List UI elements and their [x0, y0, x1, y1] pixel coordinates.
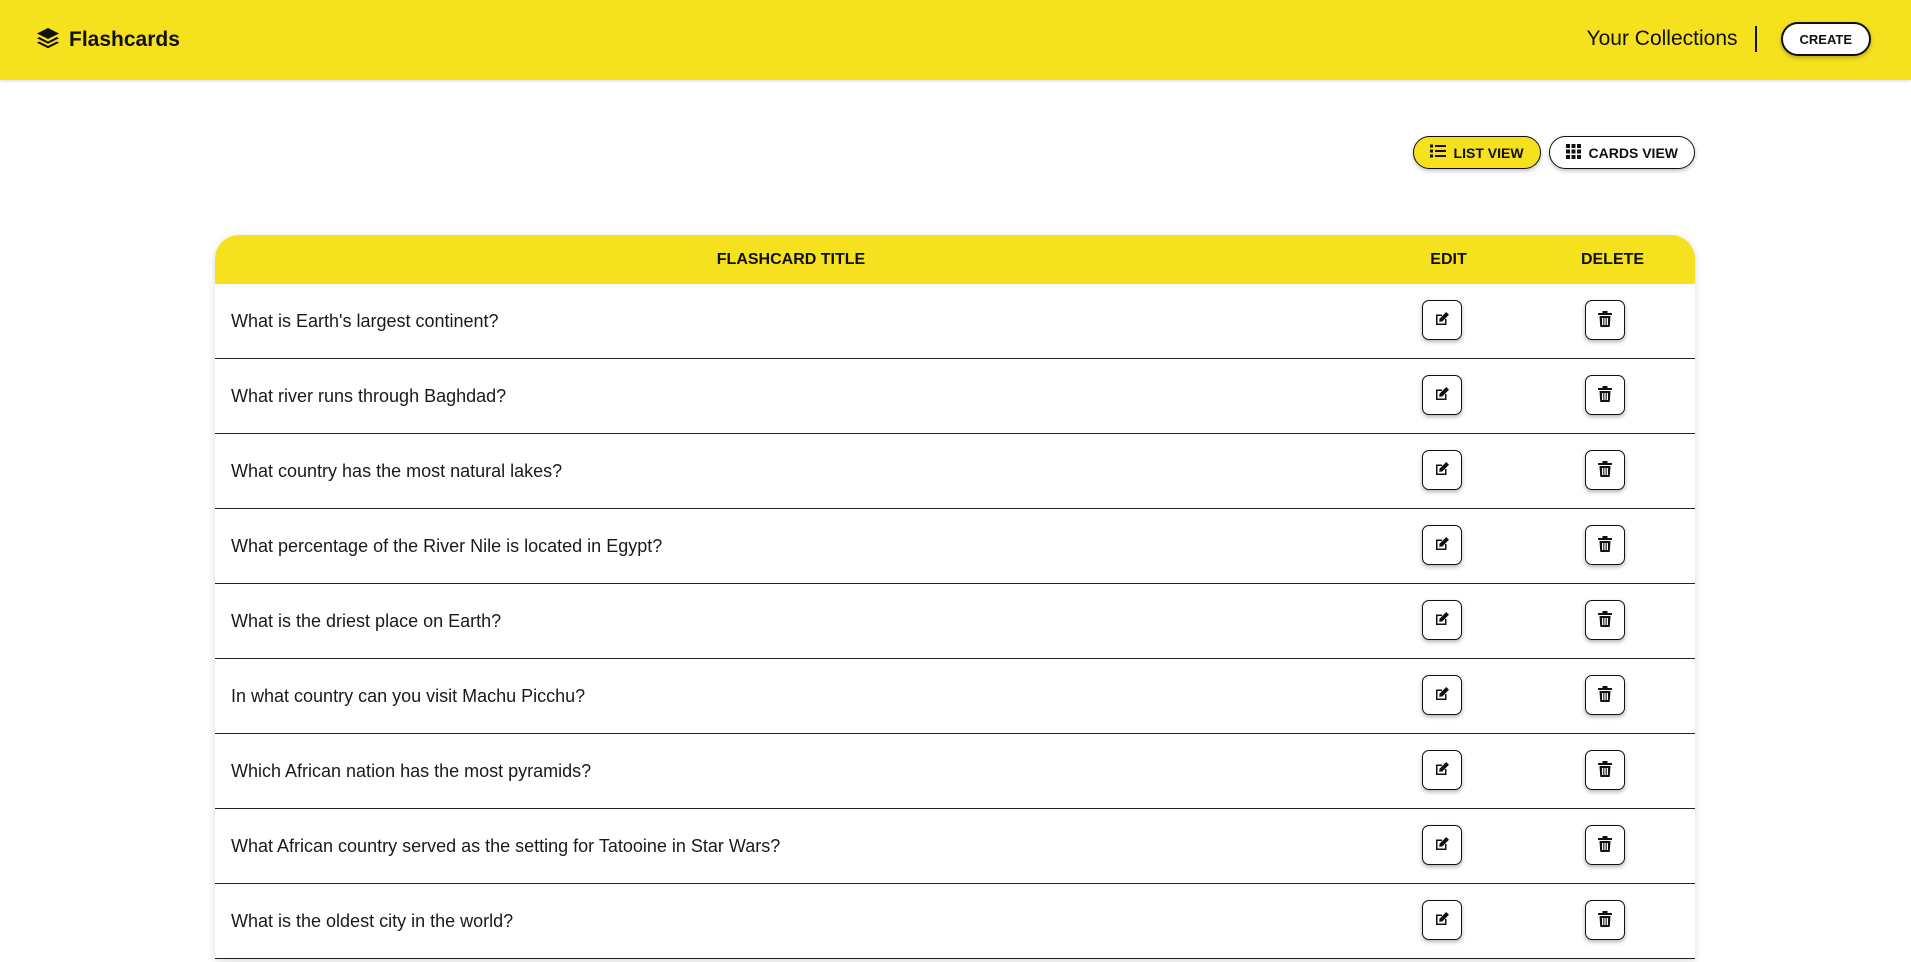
flashcards-table: FLASHCARD TITLE EDIT DELETE What is Eart…	[215, 235, 1695, 959]
delete-button[interactable]	[1585, 900, 1625, 940]
flashcard-title: Which African nation has the most pyrami…	[231, 761, 592, 781]
table-row: In what country can you visit Machu Picc…	[215, 659, 1695, 734]
your-collections-link[interactable]: Your Collections	[1587, 27, 1755, 51]
edit-icon	[1434, 761, 1450, 780]
table-header: FLASHCARD TITLE EDIT DELETE	[215, 235, 1695, 284]
grid-icon	[1565, 143, 1581, 162]
flashcard-title: In what country can you visit Machu Picc…	[231, 686, 586, 706]
delete-button[interactable]	[1585, 450, 1625, 490]
edit-icon	[1434, 611, 1450, 630]
top-navbar: Flashcards Your Collections CREATE	[0, 0, 1911, 80]
list-icon	[1429, 144, 1446, 161]
delete-button[interactable]	[1585, 600, 1625, 640]
trash-icon	[1598, 685, 1612, 705]
trash-icon	[1598, 535, 1612, 555]
edit-icon	[1434, 911, 1450, 930]
table-row: What percentage of the River Nile is loc…	[215, 509, 1695, 584]
edit-button[interactable]	[1422, 750, 1462, 790]
flashcard-title: What country has the most natural lakes?	[231, 461, 563, 481]
delete-button[interactable]	[1585, 300, 1625, 340]
trash-icon	[1598, 610, 1612, 630]
edit-button[interactable]	[1422, 600, 1462, 640]
edit-button[interactable]	[1422, 675, 1462, 715]
delete-button[interactable]	[1585, 675, 1625, 715]
cards-view-button[interactable]: CARDS VIEW	[1548, 136, 1695, 169]
edit-icon	[1434, 686, 1450, 705]
view-toggle: LIST VIEW CARDS VIEW	[1412, 136, 1695, 169]
table-body: What is Earth's largest continent? What …	[215, 284, 1695, 959]
layers-icon	[36, 26, 60, 55]
flashcard-title: What African country served as the setti…	[231, 836, 781, 856]
header-flashcard-title: FLASHCARD TITLE	[716, 251, 866, 268]
table-row: What is Earth's largest continent?	[215, 284, 1695, 359]
list-view-label: LIST VIEW	[1453, 144, 1524, 161]
table-row: What is the driest place on Earth?	[215, 584, 1695, 659]
delete-button[interactable]	[1585, 375, 1625, 415]
brand-link[interactable]: Flashcards	[36, 25, 180, 55]
edit-button[interactable]	[1422, 300, 1462, 340]
delete-button[interactable]	[1585, 525, 1625, 565]
delete-button[interactable]	[1585, 825, 1625, 865]
edit-icon	[1434, 461, 1450, 480]
edit-button[interactable]	[1422, 450, 1462, 490]
edit-icon	[1434, 836, 1450, 855]
edit-button[interactable]	[1422, 375, 1462, 415]
trash-icon	[1598, 835, 1612, 855]
trash-icon	[1598, 760, 1612, 780]
brand-name: Flashcards	[69, 28, 180, 51]
flashcard-title: What is Earth's largest continent?	[231, 311, 499, 331]
trash-icon	[1598, 460, 1612, 480]
edit-button[interactable]	[1422, 525, 1462, 565]
table-row: Which African nation has the most pyrami…	[215, 734, 1695, 809]
flashcard-title: What river runs through Baghdad?	[231, 386, 507, 406]
trash-icon	[1598, 385, 1612, 405]
table-row: What river runs through Baghdad?	[215, 359, 1695, 434]
table-row: What country has the most natural lakes?	[215, 434, 1695, 509]
delete-button[interactable]	[1585, 750, 1625, 790]
nav-divider	[1754, 26, 1757, 52]
nav-right-group: Your Collections CREATE	[1587, 20, 1871, 58]
flashcard-title: What is the driest place on Earth?	[231, 611, 502, 631]
header-delete: DELETE	[1580, 251, 1645, 268]
list-view-button[interactable]: LIST VIEW	[1412, 136, 1541, 169]
table-row: What is the oldest city in the world?	[215, 884, 1695, 959]
edit-button[interactable]	[1422, 900, 1462, 940]
table-row: What African country served as the setti…	[215, 809, 1695, 884]
edit-icon	[1434, 536, 1450, 555]
trash-icon	[1598, 310, 1612, 330]
trash-icon	[1598, 910, 1612, 930]
edit-button[interactable]	[1422, 825, 1462, 865]
flashcard-title: What is the oldest city in the world?	[231, 911, 514, 931]
header-edit: EDIT	[1430, 251, 1467, 268]
edit-icon	[1434, 386, 1450, 405]
flashcard-title: What percentage of the River Nile is loc…	[231, 536, 663, 556]
edit-icon	[1434, 311, 1450, 330]
cards-view-label: CARDS VIEW	[1588, 144, 1678, 161]
create-button[interactable]: CREATE	[1780, 22, 1871, 56]
